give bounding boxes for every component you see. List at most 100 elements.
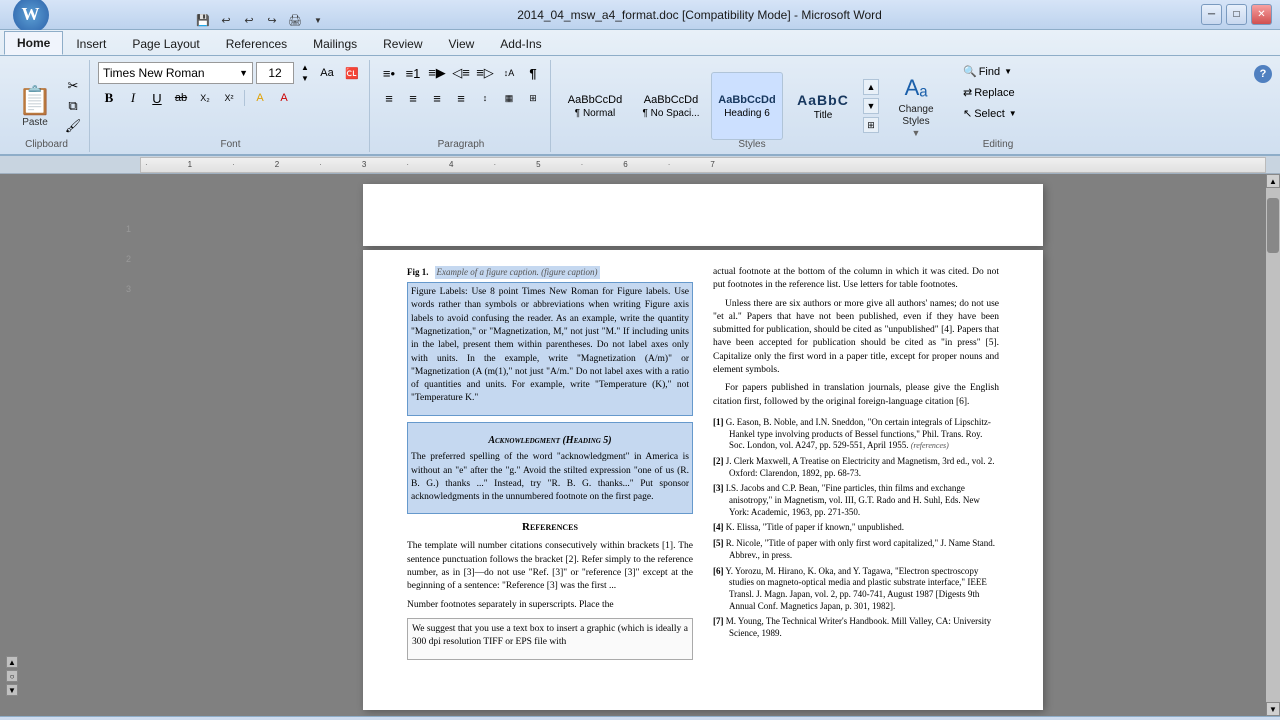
font-shrink-button[interactable]: ▼ xyxy=(297,73,313,84)
cut-button[interactable]: ✂ xyxy=(63,77,83,95)
justify-button[interactable]: ≡ xyxy=(450,87,472,109)
change-styles-button[interactable]: Aₐ ChangeStyles ▼ xyxy=(887,70,945,142)
paragraph-label: Paragraph xyxy=(372,139,550,150)
styles-more-button[interactable]: ⊞ xyxy=(863,117,879,133)
change-case-button[interactable]: Aa xyxy=(316,62,338,84)
strikethrough-button[interactable]: ab xyxy=(170,87,192,109)
window-title: 2014_04_msw_a4_format.doc [Compatibility… xyxy=(198,8,1201,22)
ruler-mark-3: 2 xyxy=(275,160,279,169)
multilevel-list-button[interactable]: ≡▶ xyxy=(426,62,448,84)
ref-6: [6] Y. Yorozu, M. Hirano, K. Oka, and Y.… xyxy=(713,566,999,613)
tab-insert[interactable]: Insert xyxy=(63,31,119,55)
align-right-button[interactable]: ≡ xyxy=(426,87,448,109)
footnote-intro: Number footnotes separately in superscri… xyxy=(407,599,693,612)
font-color-button[interactable]: A xyxy=(273,87,295,109)
styles-scroll-up[interactable]: ▲ xyxy=(863,79,879,95)
tab-page-layout[interactable]: Page Layout xyxy=(119,31,212,55)
ref-1-num: [1] xyxy=(713,417,724,427)
ref-7-num: [7] xyxy=(713,616,724,626)
find-label: Find xyxy=(979,66,1000,78)
clear-formatting-button[interactable]: 🆑 xyxy=(341,62,363,84)
font-grow-button[interactable]: ▲ xyxy=(297,62,313,73)
prev-page-button[interactable]: ▲ xyxy=(6,656,18,668)
find-button[interactable]: 🔍 Find ▼ xyxy=(959,62,1021,81)
format-painter-button[interactable]: 🖌 xyxy=(63,117,83,135)
save-button[interactable]: 💾 xyxy=(193,11,213,31)
replace-button[interactable]: ⇄ Replace xyxy=(959,83,1021,102)
replace-icon: ⇄ xyxy=(963,86,972,99)
clipboard-content: 📋 Paste ✂ ⧉ 🖌 xyxy=(10,62,83,150)
border-button[interactable]: ⊞ xyxy=(522,87,544,109)
tab-home[interactable]: Home xyxy=(4,31,63,55)
increase-indent-button[interactable]: ≡▷ xyxy=(474,62,496,84)
ref-5: [5] R. Nicole, "Title of paper with only… xyxy=(713,538,999,561)
font-row2: B I U ab X₂ X² A A xyxy=(98,87,295,109)
minimize-button[interactable]: ─ xyxy=(1201,4,1222,25)
scroll-down-button[interactable]: ▼ xyxy=(1266,702,1280,716)
tab-review[interactable]: Review xyxy=(370,31,435,55)
quick-access-toolbar: 💾 ↩ ↩ ↪ 🖨 ▼ xyxy=(193,11,328,31)
close-button[interactable]: ✕ xyxy=(1251,4,1272,25)
subscript-button[interactable]: X₂ xyxy=(194,87,216,109)
scroll-up-button[interactable]: ▲ xyxy=(1266,174,1280,188)
tab-view[interactable]: View xyxy=(436,31,488,55)
underline-button[interactable]: U xyxy=(146,87,168,109)
align-left-button[interactable]: ≡ xyxy=(378,87,400,109)
styles-content: AaBbCcDd ¶ Normal AaBbCcDd ¶ No Spaci...… xyxy=(559,62,945,150)
undo-button[interactable]: ↩ xyxy=(216,11,236,31)
style-title[interactable]: AaBbC Title xyxy=(787,72,859,140)
bullets-button[interactable]: ≡• xyxy=(378,62,400,84)
right-para3: For papers published in translation jour… xyxy=(713,382,999,409)
tab-references[interactable]: References xyxy=(213,31,300,55)
style-no-spacing[interactable]: AaBbCcDd ¶ No Spaci... xyxy=(635,72,707,140)
italic-button[interactable]: I xyxy=(122,87,144,109)
text-highlight-button[interactable]: A xyxy=(249,87,271,109)
document-left-column: Fig 1. Example of a figure caption. (fig… xyxy=(407,266,693,660)
show-marks-button[interactable]: ¶ xyxy=(522,62,544,84)
quick-access-arrow[interactable]: ▼ xyxy=(308,11,328,31)
line-spacing-button[interactable]: ↕ xyxy=(474,87,496,109)
tab-mailings[interactable]: Mailings xyxy=(300,31,370,55)
font-name-dropdown[interactable]: Times New Roman ▼ xyxy=(98,62,253,84)
superscript-button[interactable]: X² xyxy=(218,87,240,109)
sort-button[interactable]: ↕A xyxy=(498,62,520,84)
references-heading: References xyxy=(407,520,693,536)
nav-circle-button[interactable]: ○ xyxy=(6,670,18,682)
select-button[interactable]: ↖ Select ▼ xyxy=(959,104,1021,123)
style-heading6[interactable]: AaBbCcDd Heading 6 xyxy=(711,72,783,140)
ref-6-text: Y. Yorozu, M. Hirano, K. Oka, and Y. Tag… xyxy=(725,566,986,611)
scroll-thumb[interactable] xyxy=(1267,198,1279,253)
style-normal-preview: AaBbCcDd xyxy=(568,94,622,106)
ribbon-tabs: Home Insert Page Layout References Maili… xyxy=(0,30,1280,56)
numbering-button[interactable]: ≡1 xyxy=(402,62,424,84)
scroll-track[interactable] xyxy=(1266,188,1280,702)
ref-3-num: [3] xyxy=(713,483,724,493)
change-styles-label: ChangeStyles xyxy=(898,104,933,128)
document-page: Fig 1. Example of a figure caption. (fig… xyxy=(363,250,1043,710)
redo-button[interactable]: ↪ xyxy=(262,11,282,31)
ruler-mark-4: · xyxy=(319,160,322,169)
maximize-button[interactable]: □ xyxy=(1226,4,1247,25)
fig-label-row: Fig 1. Example of a figure caption. (fig… xyxy=(407,266,693,279)
font-size-box[interactable]: 12 xyxy=(256,62,294,84)
font-row1: Times New Roman ▼ 12 ▲ ▼ Aa 🆑 xyxy=(98,62,363,84)
help-button[interactable]: ? xyxy=(1254,65,1272,83)
undo2-button[interactable]: ↩ xyxy=(239,11,259,31)
references-list: [1] G. Eason, B. Noble, and I.N. Sneddon… xyxy=(713,417,999,640)
style-heading6-label: Heading 6 xyxy=(724,108,770,119)
bold-button[interactable]: B xyxy=(98,87,120,109)
align-center-button[interactable]: ≡ xyxy=(402,87,424,109)
paste-button[interactable]: 📋 Paste xyxy=(10,76,60,136)
style-normal[interactable]: AaBbCcDd ¶ Normal xyxy=(559,72,631,140)
paste-icon: 📋 xyxy=(18,84,53,117)
styles-scroll-down[interactable]: ▼ xyxy=(863,98,879,114)
tab-add-ins[interactable]: Add-Ins xyxy=(487,31,554,55)
decrease-indent-button[interactable]: ◁≡ xyxy=(450,62,472,84)
paste-label: Paste xyxy=(22,117,48,128)
print-preview-button[interactable]: 🖨 xyxy=(285,11,305,31)
ruler-mark-9: 5 xyxy=(536,160,540,169)
shading-button[interactable]: ▦ xyxy=(498,87,520,109)
document-scroll[interactable]: Fig 1. Example of a figure caption. (fig… xyxy=(140,174,1266,716)
next-page-button[interactable]: ▼ xyxy=(6,684,18,696)
copy-button[interactable]: ⧉ xyxy=(63,97,83,115)
